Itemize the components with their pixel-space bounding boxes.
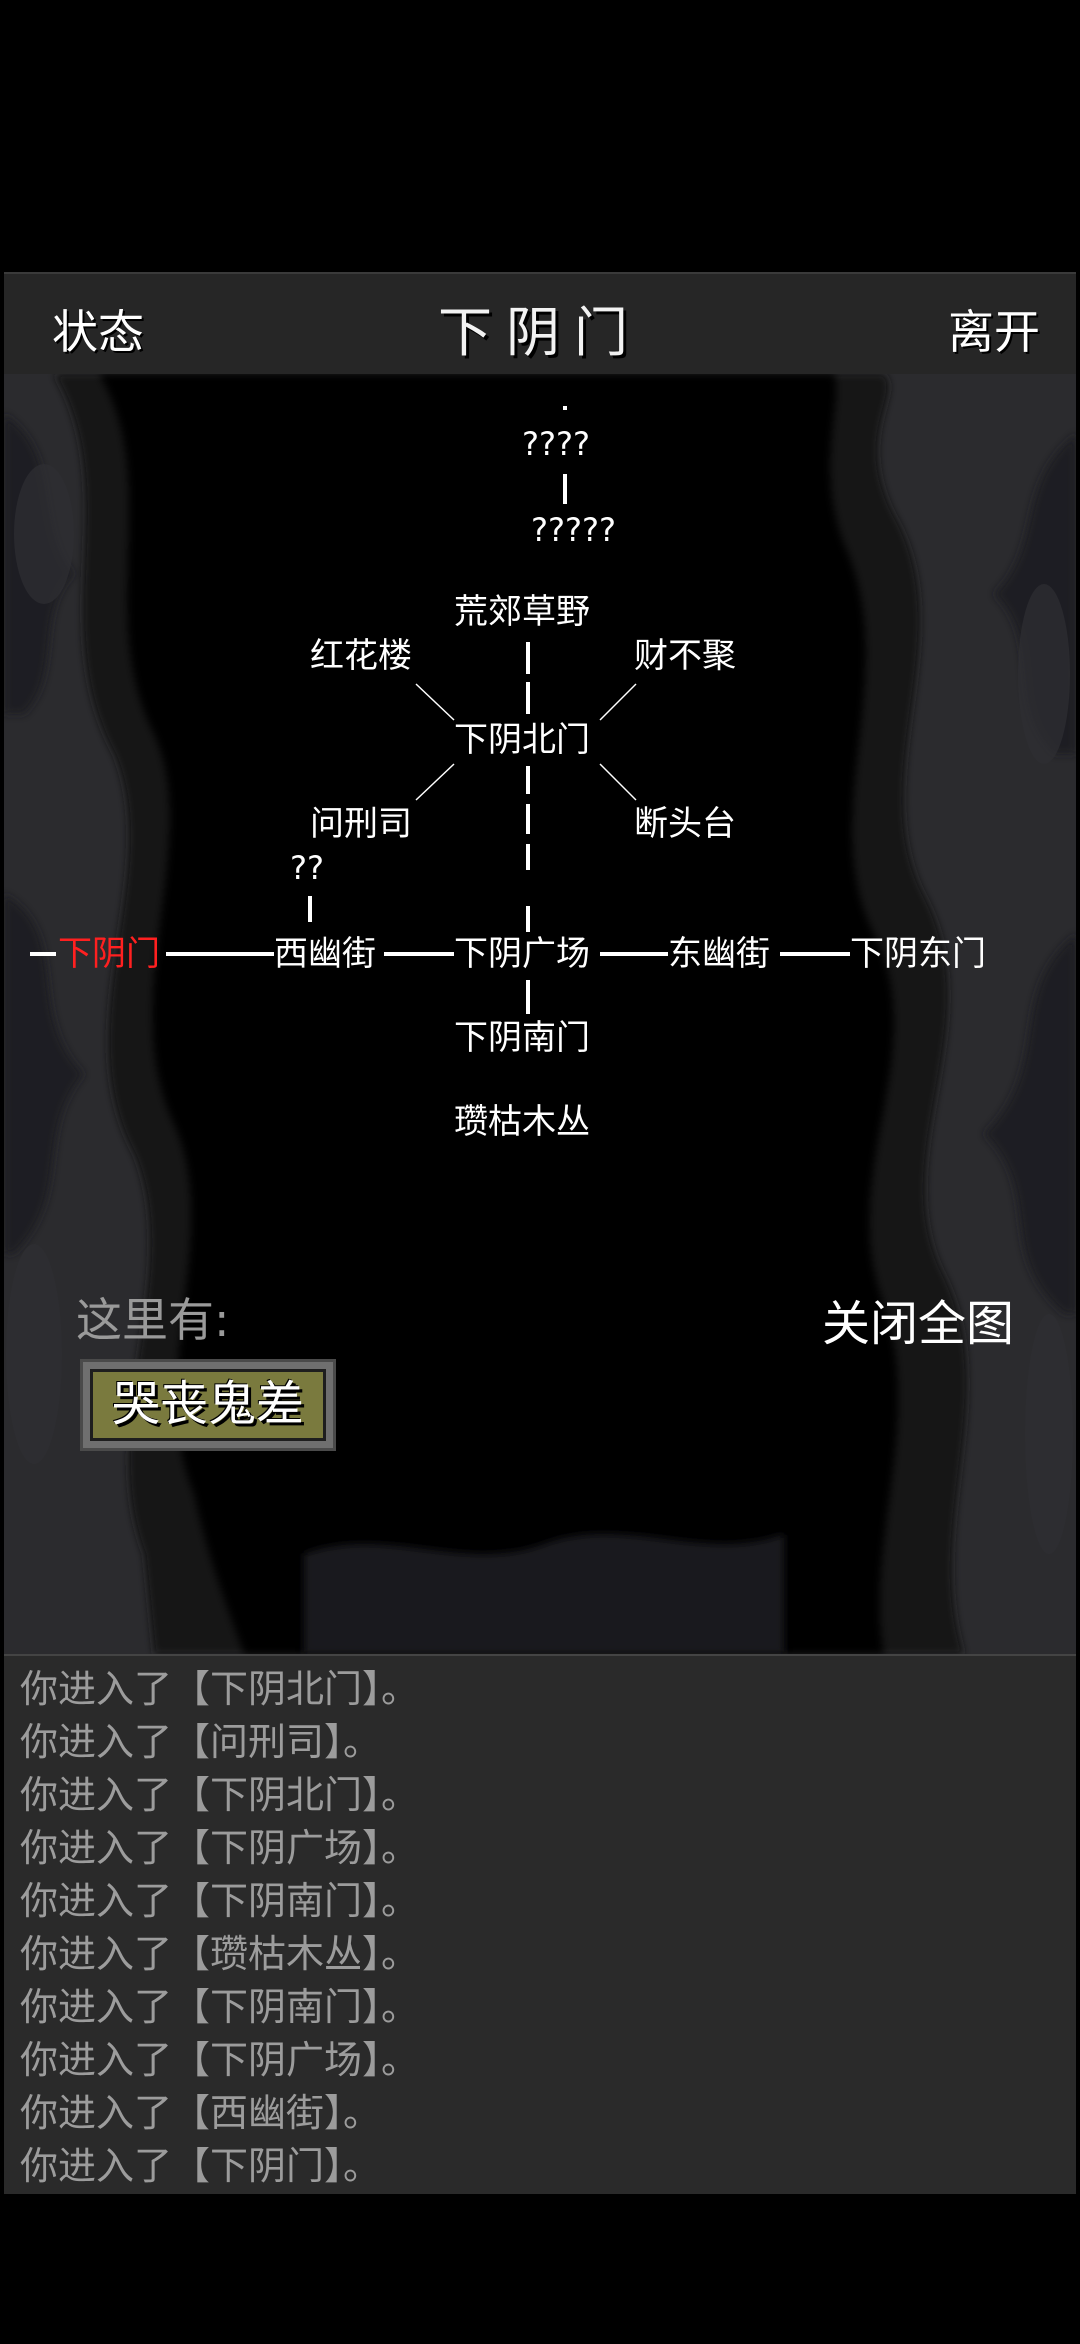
log-line: 你进入了【西幽街】。 — [20, 2091, 382, 2135]
log-line: 你进入了【下阴北门】。 — [20, 1773, 420, 1817]
location-dongyoujie[interactable]: 东幽街 — [668, 934, 770, 974]
location-xiayin-beimen[interactable]: 下阴北门 — [454, 720, 590, 760]
unknown-location-top[interactable]: ???? — [522, 426, 590, 462]
log-line: 你进入了【下阴南门】。 — [20, 1985, 420, 2029]
log-line: 你进入了【下阴广场】。 — [20, 2038, 420, 2082]
bottom-blank-area — [0, 2194, 1080, 2344]
area-title: 下阴门 — [438, 301, 642, 364]
location-caibuju[interactable]: 财不聚 — [634, 636, 736, 676]
location-honghualou[interactable]: 红花楼 — [310, 636, 412, 676]
location-wenxingsi[interactable]: 问刑司 — [310, 804, 412, 844]
message-log[interactable]: 你进入了【下阴北门】。 你进入了【问刑司】。 你进入了【下阴北门】。 你进入了【… — [4, 1654, 1076, 2194]
leave-button[interactable]: 离开 — [948, 296, 1040, 362]
top-blank-area — [0, 0, 1080, 272]
log-line: 你进入了【下阴南门】。 — [20, 1879, 420, 1923]
log-line: 你进入了【下阴门】。 — [20, 2144, 382, 2188]
location-xiayinmen-current[interactable]: 下阴门 — [58, 934, 160, 974]
location-xiayin-dongmen[interactable]: 下阴东门 — [850, 934, 986, 974]
npc-name: 哭丧鬼差 — [90, 1369, 326, 1441]
world-map: ???? ????? 荒郊草野 红花楼 财不聚 下阴北门 问刑司 断头台 ?? … — [4, 374, 1076, 1274]
map-panel: ???? ????? 荒郊草野 红花楼 财不聚 下阴北门 问刑司 断头台 ?? … — [4, 374, 1076, 1654]
log-line: 你进入了【瓒枯木丛】。 — [20, 1932, 420, 1976]
location-duantoutai[interactable]: 断头台 — [634, 804, 736, 844]
log-line: 你进入了【问刑司】。 — [20, 1720, 382, 1764]
npc-button[interactable]: 哭丧鬼差 — [80, 1359, 336, 1451]
location-zankumucong[interactable]: 瓒枯木丛 — [454, 1102, 590, 1142]
close-map-button[interactable]: 关闭全图 — [822, 1284, 1014, 1354]
location-xiyoujie[interactable]: 西幽街 — [274, 934, 376, 974]
log-line: 你进入了【下阴北门】。 — [20, 1667, 420, 1711]
unknown-location-second[interactable]: ????? — [531, 512, 616, 548]
location-huangjiao-caoye[interactable]: 荒郊草野 — [454, 592, 590, 632]
here-label: 这里有: — [76, 1293, 230, 1347]
location-xiayin-nanmen[interactable]: 下阴南门 — [454, 1018, 590, 1058]
location-xiayin-guangchang[interactable]: 下阴广场 — [454, 934, 590, 974]
top-bar: 状态 下阴门 离开 — [4, 272, 1076, 376]
unknown-location-west[interactable]: ?? — [290, 850, 324, 886]
log-line: 你进入了【下阴广场】。 — [20, 1826, 420, 1870]
